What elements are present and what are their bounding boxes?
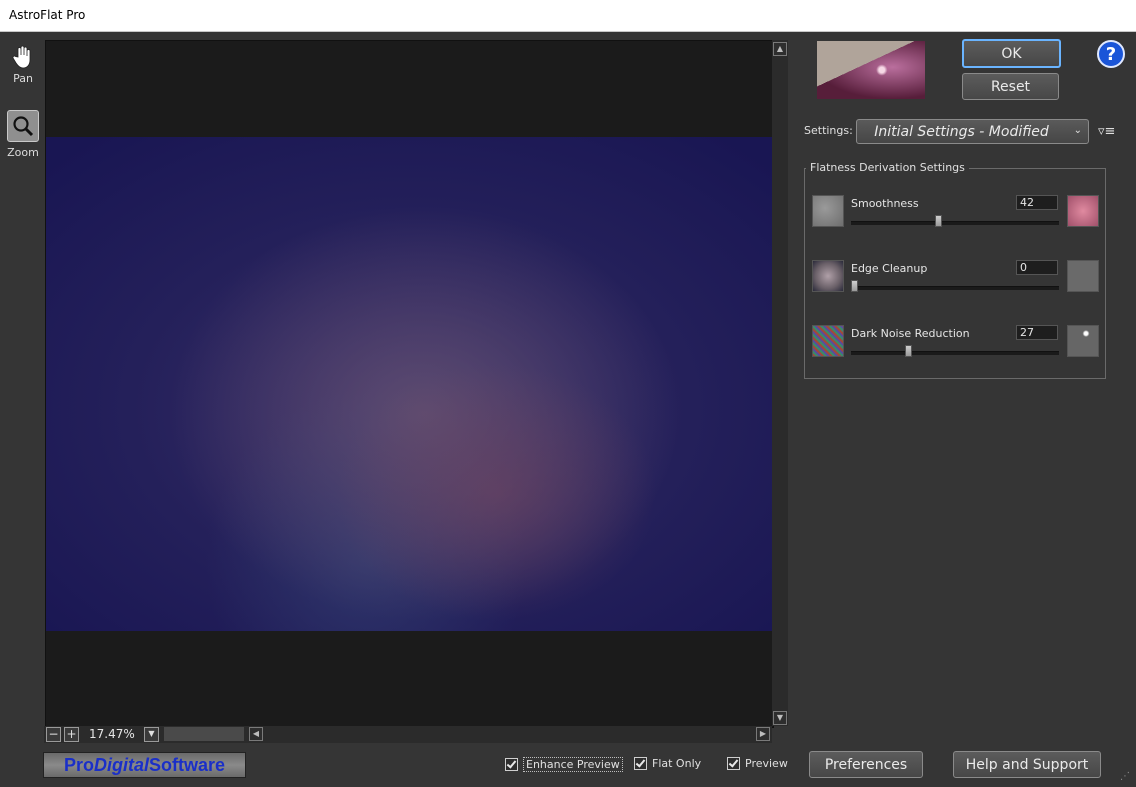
before-after-thumbnail	[817, 41, 925, 99]
flatness-group-title: Flatness Derivation Settings	[806, 161, 969, 174]
dark-noise-reduction-slider-handle[interactable]	[905, 345, 912, 357]
preferences-button[interactable]: Preferences	[809, 751, 923, 778]
vertical-scrollbar[interactable]: ▲ ▼	[772, 40, 788, 726]
zoom-level: 17.47%	[89, 727, 135, 741]
edge-cleanup-high-thumbnail	[1067, 260, 1099, 292]
settings-preset-select[interactable]: Initial Settings - Modified ⌄	[856, 119, 1089, 144]
settings-label: Settings:	[804, 124, 853, 137]
smoothness-label: Smoothness	[851, 197, 919, 210]
title-bar: AstroFlat Pro	[0, 0, 1136, 32]
horizontal-scroll-thumb[interactable]	[164, 727, 244, 741]
preview-check[interactable]	[727, 757, 740, 770]
flat-only-checkbox[interactable]: Flat Only	[634, 757, 701, 770]
settings-menu-icon[interactable]: ▿≡	[1098, 124, 1115, 139]
reset-button[interactable]: Reset	[962, 73, 1059, 100]
hand-icon	[8, 42, 38, 72]
flat-only-label: Flat Only	[652, 757, 702, 770]
zoom-dropdown-button[interactable]: ▼	[144, 727, 159, 742]
noise-reduction-low-thumbnail	[812, 325, 844, 357]
zoom-in-button[interactable]: +	[64, 727, 79, 742]
flat-only-check[interactable]	[634, 757, 647, 770]
preview-checkbox[interactable]: Preview	[727, 757, 788, 770]
dark-noise-reduction-value[interactable]: 27	[1016, 325, 1058, 340]
settings-preset-value: Initial Settings - Modified	[874, 124, 1049, 140]
zoom-label: Zoom	[7, 146, 39, 159]
magnifier-icon	[7, 110, 39, 142]
dark-noise-reduction-label: Dark Noise Reduction	[851, 327, 970, 340]
enhance-preview-check[interactable]	[505, 758, 518, 771]
help-and-support-button[interactable]: Help and Support	[953, 751, 1101, 778]
edge-cleanup-slider-handle[interactable]	[851, 280, 858, 292]
scroll-left-button[interactable]: ◀	[249, 727, 263, 741]
smoothness-low-thumbnail	[812, 195, 844, 227]
scroll-up-button[interactable]: ▲	[773, 42, 787, 56]
zoom-out-button[interactable]: −	[46, 727, 61, 742]
preview-label: Preview	[745, 757, 788, 770]
smoothness-slider-handle[interactable]	[935, 215, 942, 227]
image-preview[interactable]	[45, 40, 774, 728]
pan-label: Pan	[13, 72, 33, 85]
ok-button[interactable]: OK	[962, 39, 1061, 68]
edge-cleanup-value[interactable]: 0	[1016, 260, 1058, 275]
window-title: AstroFlat Pro	[9, 8, 86, 22]
preview-image[interactable]	[46, 137, 773, 631]
flatness-settings-group	[804, 168, 1106, 379]
enhance-preview-label: Enhance Preview	[523, 757, 623, 772]
preview-status-bar: − + 17.47% ▼ ◀ ▶	[44, 726, 772, 743]
edge-cleanup-slider-track[interactable]	[851, 286, 1059, 290]
dark-noise-reduction-slider-track[interactable]	[851, 351, 1059, 355]
resize-grip[interactable]: ⋰	[1120, 771, 1134, 785]
zoom-tool[interactable]: Zoom	[6, 110, 40, 159]
enhance-preview-checkbox[interactable]: Enhance Preview	[505, 757, 623, 772]
chevron-down-icon: ⌄	[1073, 125, 1082, 136]
smoothness-high-thumbnail	[1067, 195, 1099, 227]
smoothness-slider-track[interactable]	[851, 221, 1059, 225]
edge-cleanup-label: Edge Cleanup	[851, 262, 928, 275]
pan-tool[interactable]: Pan	[6, 42, 40, 85]
prodigital-logo: Pro Digital Software	[43, 752, 246, 778]
noise-reduction-high-thumbnail	[1067, 325, 1099, 357]
edge-cleanup-low-thumbnail	[812, 260, 844, 292]
scroll-down-button[interactable]: ▼	[773, 711, 787, 725]
smoothness-value[interactable]: 42	[1016, 195, 1058, 210]
scroll-right-button[interactable]: ▶	[756, 727, 770, 741]
help-icon[interactable]: ?	[1097, 40, 1125, 68]
